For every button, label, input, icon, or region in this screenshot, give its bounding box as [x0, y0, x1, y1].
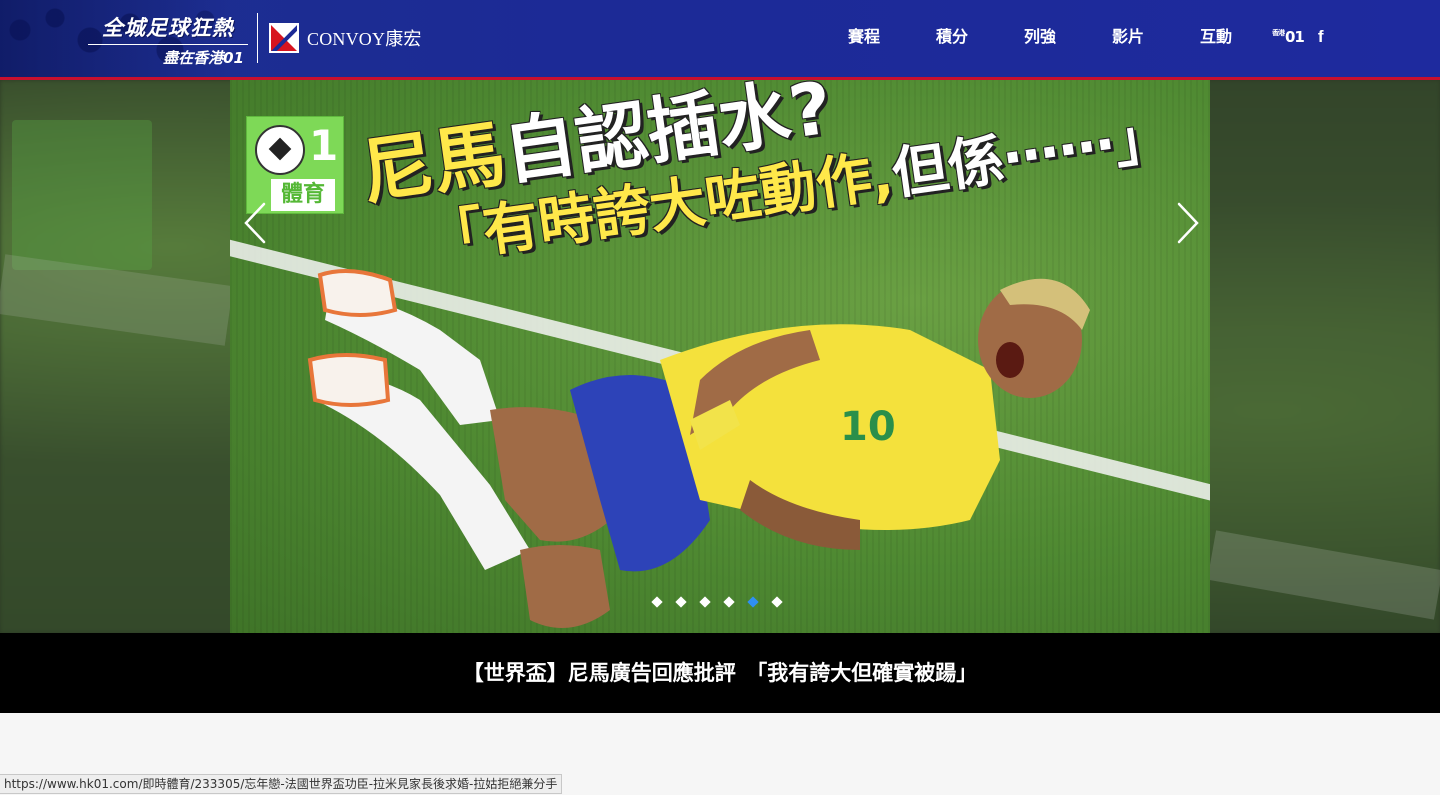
logo-subtitle: 盡在香港01: [163, 49, 244, 67]
slide-caption-bar: 【世界盃】尼馬廣告回應批評 「我有誇大但確實被踼」: [0, 633, 1440, 713]
nav-item-schedule[interactable]: 賽程: [820, 24, 908, 50]
nav-item-standings[interactable]: 積分: [908, 24, 996, 50]
site-logo[interactable]: 全城足球狂熱 盡在香港01: [88, 12, 248, 67]
jersey-number: 10: [840, 404, 896, 450]
logo-title: 全城足球狂熱: [88, 12, 248, 45]
carousel-dot-1[interactable]: [651, 596, 663, 608]
social-links: 香港01 f: [1272, 27, 1324, 47]
main-nav: 賽程 積分 列強 影片 互動: [820, 24, 1260, 50]
carousel-dot-6[interactable]: [771, 596, 783, 608]
carousel-dot-3[interactable]: [699, 596, 711, 608]
site-header: 全城足球狂熱 盡在香港01 CONVOY康宏 賽程 積分 列強 影片 互動 香港…: [0, 0, 1440, 80]
carousel-prev-arrow-icon[interactable]: [240, 200, 270, 246]
nav-item-interactive[interactable]: 互動: [1172, 24, 1260, 50]
player-illustration: 10: [307, 269, 1090, 628]
carousel-next-arrow-icon[interactable]: [1173, 200, 1203, 246]
convoy-logo-icon: [269, 23, 299, 53]
nav-item-teams[interactable]: 列強: [996, 24, 1084, 50]
facebook-icon[interactable]: f: [1318, 27, 1324, 47]
badge-label: 體育: [271, 179, 335, 211]
headline-quote-part2: 但係⋯⋯」: [888, 104, 1175, 208]
carousel-dot-4[interactable]: [723, 596, 735, 608]
badge-number: 1: [309, 121, 339, 170]
browser-status-bar: https://www.hk01.com/即時體育/233305/忘年戀-法國世…: [0, 774, 563, 794]
nav-item-videos[interactable]: 影片: [1084, 24, 1172, 50]
carousel-dot-2[interactable]: [675, 596, 687, 608]
sponsor-name: CONVOY康宏: [307, 29, 422, 49]
slide-caption-link[interactable]: 【世界盃】尼馬廣告回應批評 「我有誇大但確實被踼」: [0, 633, 1440, 713]
carousel-slide[interactable]: 10 1 體育 尼馬自認插水? 「有時誇大咗動作,但係⋯⋯」: [230, 80, 1210, 633]
carousel-dots: [651, 596, 797, 608]
soccer-ball-icon: [255, 125, 305, 175]
hk01-icon[interactable]: 香港01: [1272, 28, 1305, 46]
carousel-dot-5[interactable]: [747, 596, 759, 608]
blurred-badge: [12, 120, 152, 270]
logo-divider: [257, 13, 258, 63]
hero-carousel: 10 1 體育 尼馬自認插水? 「有時誇大咗動作,但係⋯⋯」: [0, 80, 1440, 633]
sponsor-logo[interactable]: CONVOY康宏: [269, 22, 422, 54]
